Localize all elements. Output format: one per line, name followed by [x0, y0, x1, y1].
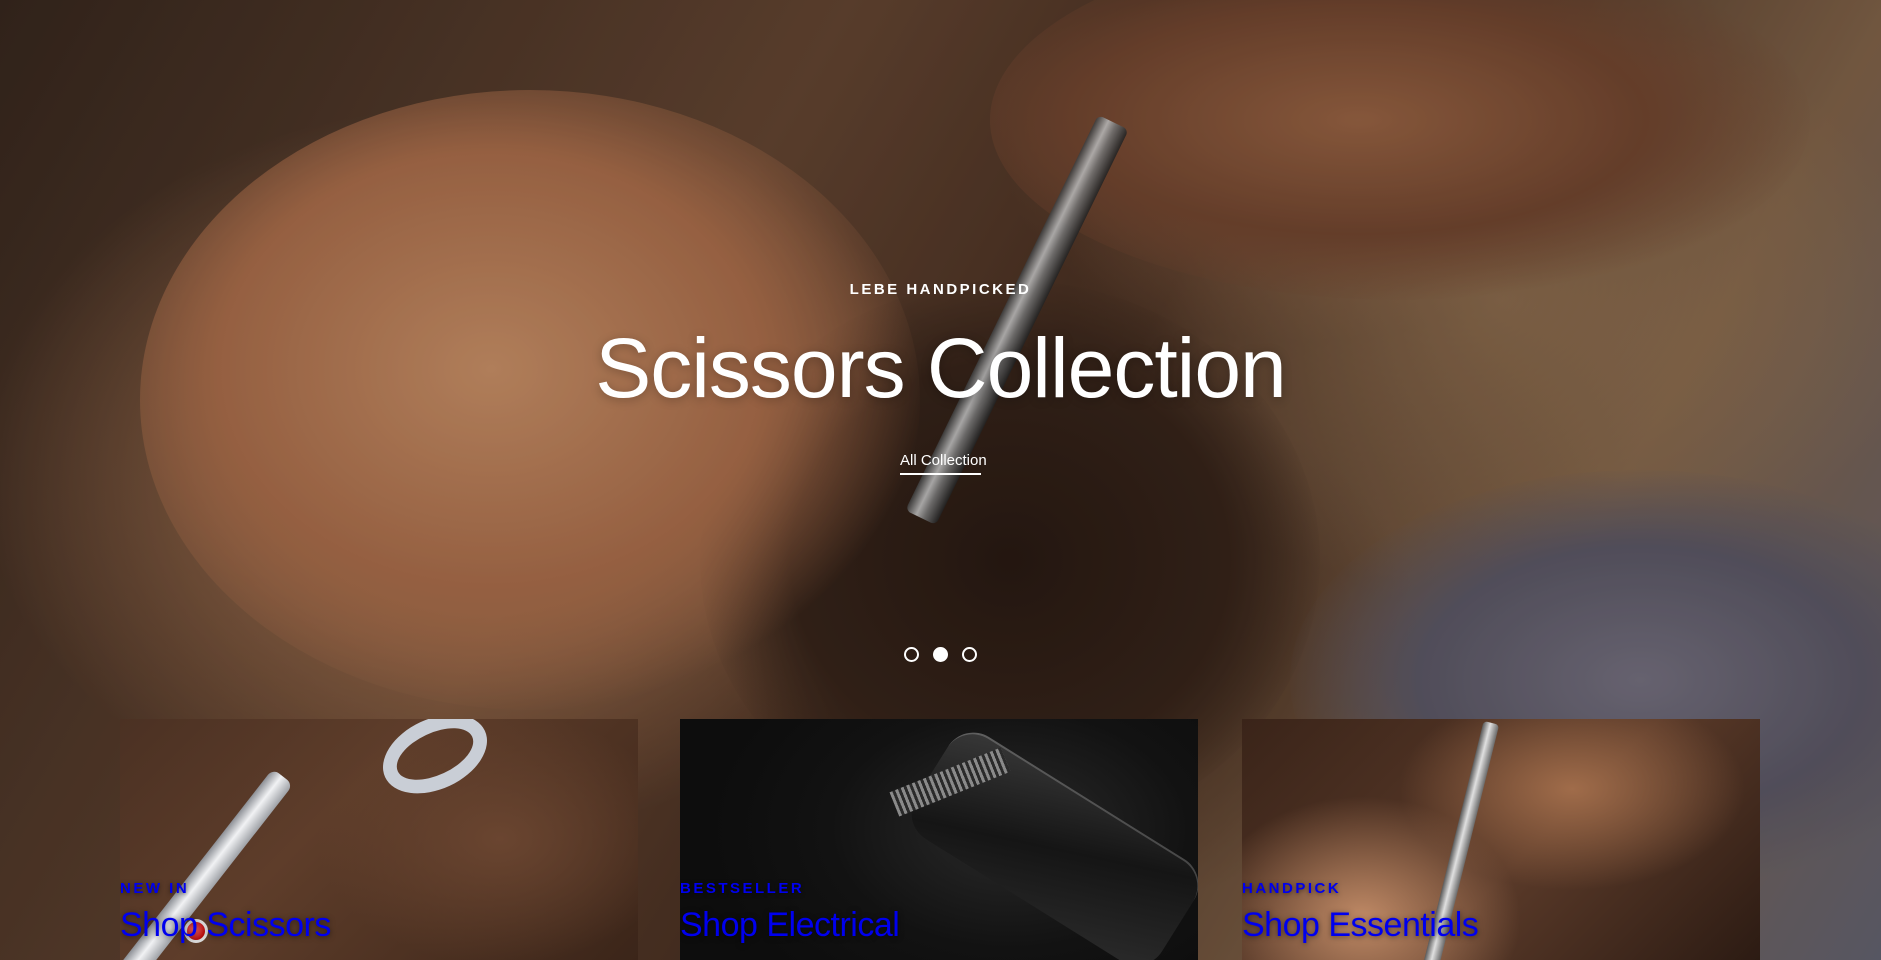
card-eyebrow: BESTSELLER: [680, 880, 805, 897]
card-title: Shop Electrical: [680, 906, 900, 944]
slider-dot-3[interactable]: [962, 647, 977, 662]
card-title: Shop Scissors: [120, 906, 331, 944]
shop-scissors-card[interactable]: NEW IN Shop Scissors: [120, 719, 638, 960]
slider-dot-2[interactable]: [933, 647, 948, 662]
scissors-ring-image: [370, 719, 500, 809]
card-title: Shop Essentials: [1242, 906, 1479, 944]
shop-essentials-card[interactable]: HANDPICK Shop Essentials: [1242, 719, 1760, 960]
hero-eyebrow: LEBE HANDPICKED: [849, 281, 1032, 298]
slider-dot-1[interactable]: [904, 647, 919, 662]
shop-electrical-card[interactable]: BESTSELLER Shop Electrical: [680, 719, 1198, 960]
hero-title: Scissors Collection: [595, 321, 1287, 415]
card-eyebrow: HANDPICK: [1242, 880, 1342, 897]
card-eyebrow: NEW IN: [120, 880, 190, 897]
slider-dots: [904, 647, 977, 662]
all-collection-link[interactable]: All Collection: [900, 452, 987, 475]
